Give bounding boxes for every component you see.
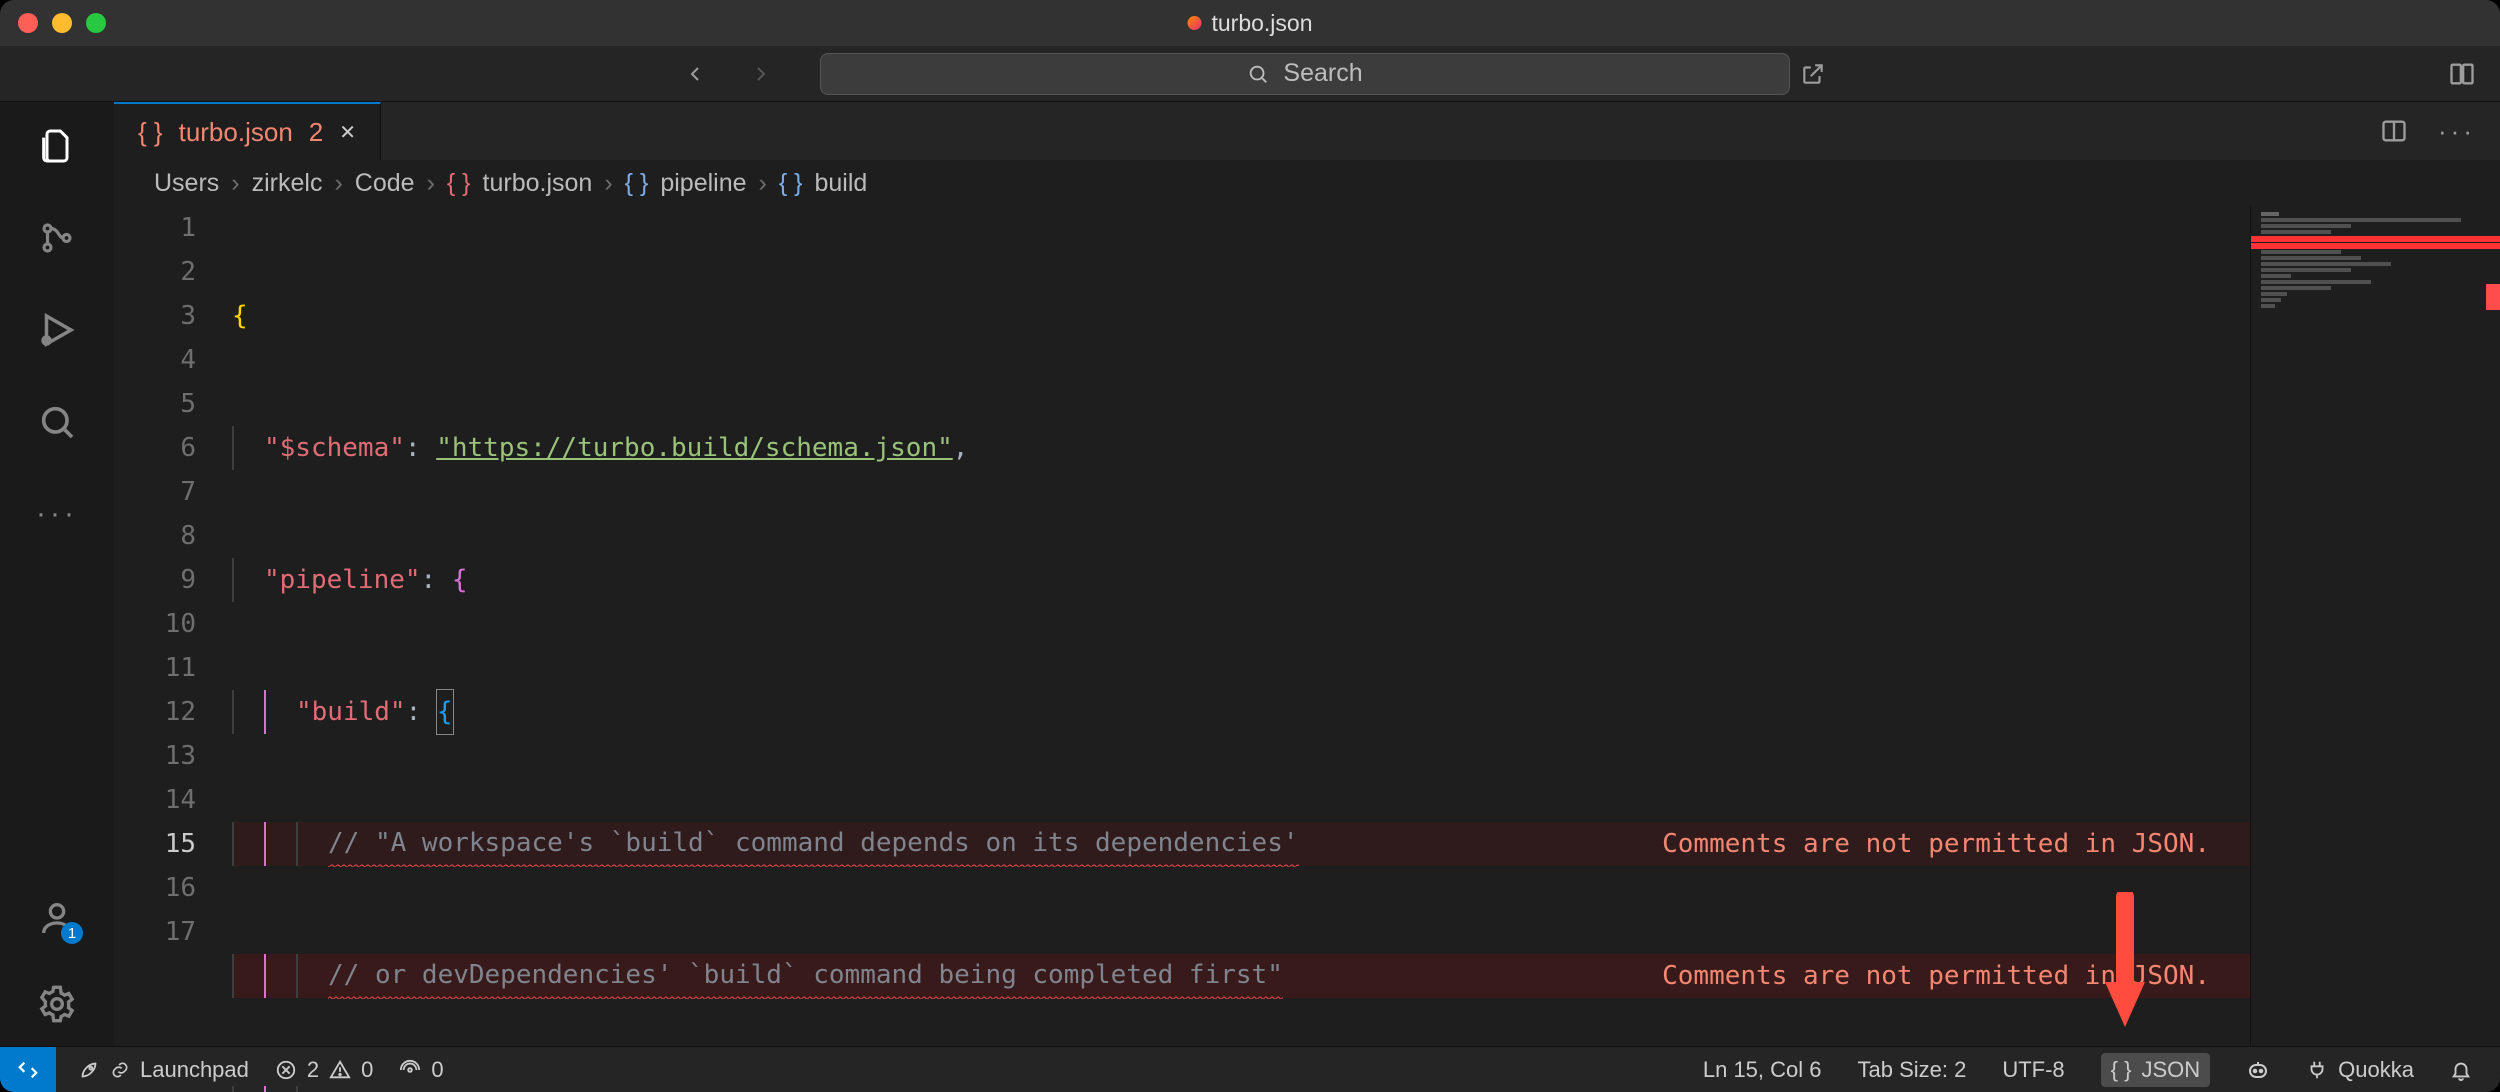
line-number: 5 <box>114 382 196 426</box>
minimap[interactable] <box>2250 206 2500 1046</box>
token-key: "$schema" <box>264 426 405 470</box>
token-comment: // "A workspace's `build` command depend… <box>328 821 1299 867</box>
token-key: "build" <box>296 690 406 734</box>
split-editor-icon[interactable] <box>2380 117 2408 145</box>
file-icon <box>1187 16 1201 30</box>
line-number: 13 <box>114 734 196 778</box>
chevron-right-icon: › <box>427 169 435 198</box>
quokka-status[interactable]: Quokka <box>2306 1057 2414 1083</box>
nav-back-button[interactable] <box>683 62 707 86</box>
code-view[interactable]: { "$schema": "https://turbo.build/schema… <box>232 206 2250 1046</box>
settings-gear-icon[interactable] <box>35 982 79 1026</box>
breadcrumb-item[interactable]: pipeline <box>660 169 746 198</box>
activity-bar: ··· 1 <box>0 102 114 1046</box>
editor-tabs: { } turbo.json 2 ✕ ··· <box>114 102 2500 160</box>
line-number: 3 <box>114 294 196 338</box>
breadcrumb-item[interactable]: turbo.json <box>483 169 593 198</box>
line-number: 6 <box>114 426 196 470</box>
line-number: 9 <box>114 558 196 602</box>
inline-error: Comments are not permitted in JSON. <box>1662 822 2210 866</box>
window-minimize-button[interactable] <box>52 13 72 33</box>
overview-ruler-error[interactable] <box>2486 284 2500 310</box>
token-key: "outputs" <box>328 1086 469 1092</box>
run-debug-icon[interactable] <box>35 308 79 352</box>
chevron-right-icon: › <box>231 169 239 198</box>
breadcrumb-item[interactable]: build <box>815 169 868 198</box>
json-object-icon: { } <box>625 169 649 198</box>
json-braces-icon: { } <box>138 117 163 148</box>
window-close-button[interactable] <box>18 13 38 33</box>
titlebar: turbo.json <box>0 0 2500 46</box>
breadcrumb-item[interactable]: Users <box>154 169 219 198</box>
search-icon <box>1247 63 1269 85</box>
json-object-icon: { } <box>779 169 803 198</box>
nav-forward-button[interactable] <box>749 62 773 86</box>
main-area: ··· 1 { } turbo.json 2 ✕ <box>0 102 2500 1046</box>
token-key: "pipeline" <box>264 558 421 602</box>
line-number: 2 <box>114 250 196 294</box>
window-controls <box>18 13 106 33</box>
link-icon <box>110 1060 130 1080</box>
rocket-icon <box>78 1059 100 1081</box>
notifications-icon[interactable] <box>2450 1059 2472 1081</box>
editor-tab-active[interactable]: { } turbo.json 2 ✕ <box>114 102 381 160</box>
line-number: 8 <box>114 514 196 558</box>
line-number: 7 <box>114 470 196 514</box>
more-icon[interactable]: ··· <box>35 492 79 536</box>
accounts-badge: 1 <box>61 922 83 944</box>
command-center-toolbar: Search <box>0 46 2500 102</box>
breadcrumbs[interactable]: Users › zirkelc › Code › { } turbo.json … <box>114 160 2500 206</box>
line-number-gutter: 1 2 3 4 5 6 7 8 9 10 11 12 13 14 15 16 1 <box>114 206 232 1046</box>
token-comment: // or devDependencies' `build` command b… <box>328 953 1283 999</box>
line-number: 12 <box>114 690 196 734</box>
window-zoom-button[interactable] <box>86 13 106 33</box>
line-number: 16 <box>114 866 196 910</box>
plug-icon <box>2306 1059 2328 1081</box>
more-actions-icon[interactable]: ··· <box>2438 116 2476 147</box>
accounts-icon[interactable]: 1 <box>35 896 79 940</box>
search-placeholder: Search <box>1283 59 1362 88</box>
editor-body[interactable]: 1 2 3 4 5 6 7 8 9 10 11 12 13 14 15 16 1 <box>114 206 2500 1046</box>
line-number-current: 15 <box>114 822 196 866</box>
remote-button[interactable] <box>0 1047 56 1092</box>
open-external-icon[interactable] <box>1800 61 1826 87</box>
tab-close-icon[interactable]: ✕ <box>339 120 356 145</box>
chevron-right-icon: › <box>334 169 342 198</box>
line-number: 1 <box>114 206 196 250</box>
editor-area: { } turbo.json 2 ✕ ··· Users › zirkelc › <box>114 102 2500 1046</box>
window: turbo.json Search <box>0 0 2500 1092</box>
search-sidebar-icon[interactable] <box>35 400 79 444</box>
json-braces-icon: { } <box>447 169 471 198</box>
source-control-icon[interactable] <box>35 216 79 260</box>
line-number: 11 <box>114 646 196 690</box>
quokka-label: Quokka <box>2338 1057 2414 1083</box>
launchpad-status[interactable]: Launchpad <box>78 1057 249 1083</box>
command-center-search[interactable]: Search <box>820 53 1790 95</box>
line-number: 17 <box>114 910 196 954</box>
line-number: 10 <box>114 602 196 646</box>
chevron-right-icon: › <box>604 169 612 198</box>
inline-error: Comments are not permitted in JSON. <box>1662 954 2210 998</box>
line-number: 4 <box>114 338 196 382</box>
chevron-right-icon: › <box>759 169 767 198</box>
explorer-icon[interactable] <box>35 124 79 168</box>
token-string[interactable]: "https://turbo.build/schema.json" <box>436 426 953 470</box>
layout-customize-icon[interactable] <box>2448 60 2476 88</box>
line-number: 14 <box>114 778 196 822</box>
breadcrumb-item[interactable]: Code <box>355 169 415 198</box>
tab-error-count: 2 <box>309 117 323 148</box>
breadcrumb-item[interactable]: zirkelc <box>252 169 323 198</box>
titlebar-filename: turbo.json <box>1211 10 1312 37</box>
titlebar-title: turbo.json <box>1187 10 1312 37</box>
tab-filename: turbo.json <box>179 117 293 148</box>
